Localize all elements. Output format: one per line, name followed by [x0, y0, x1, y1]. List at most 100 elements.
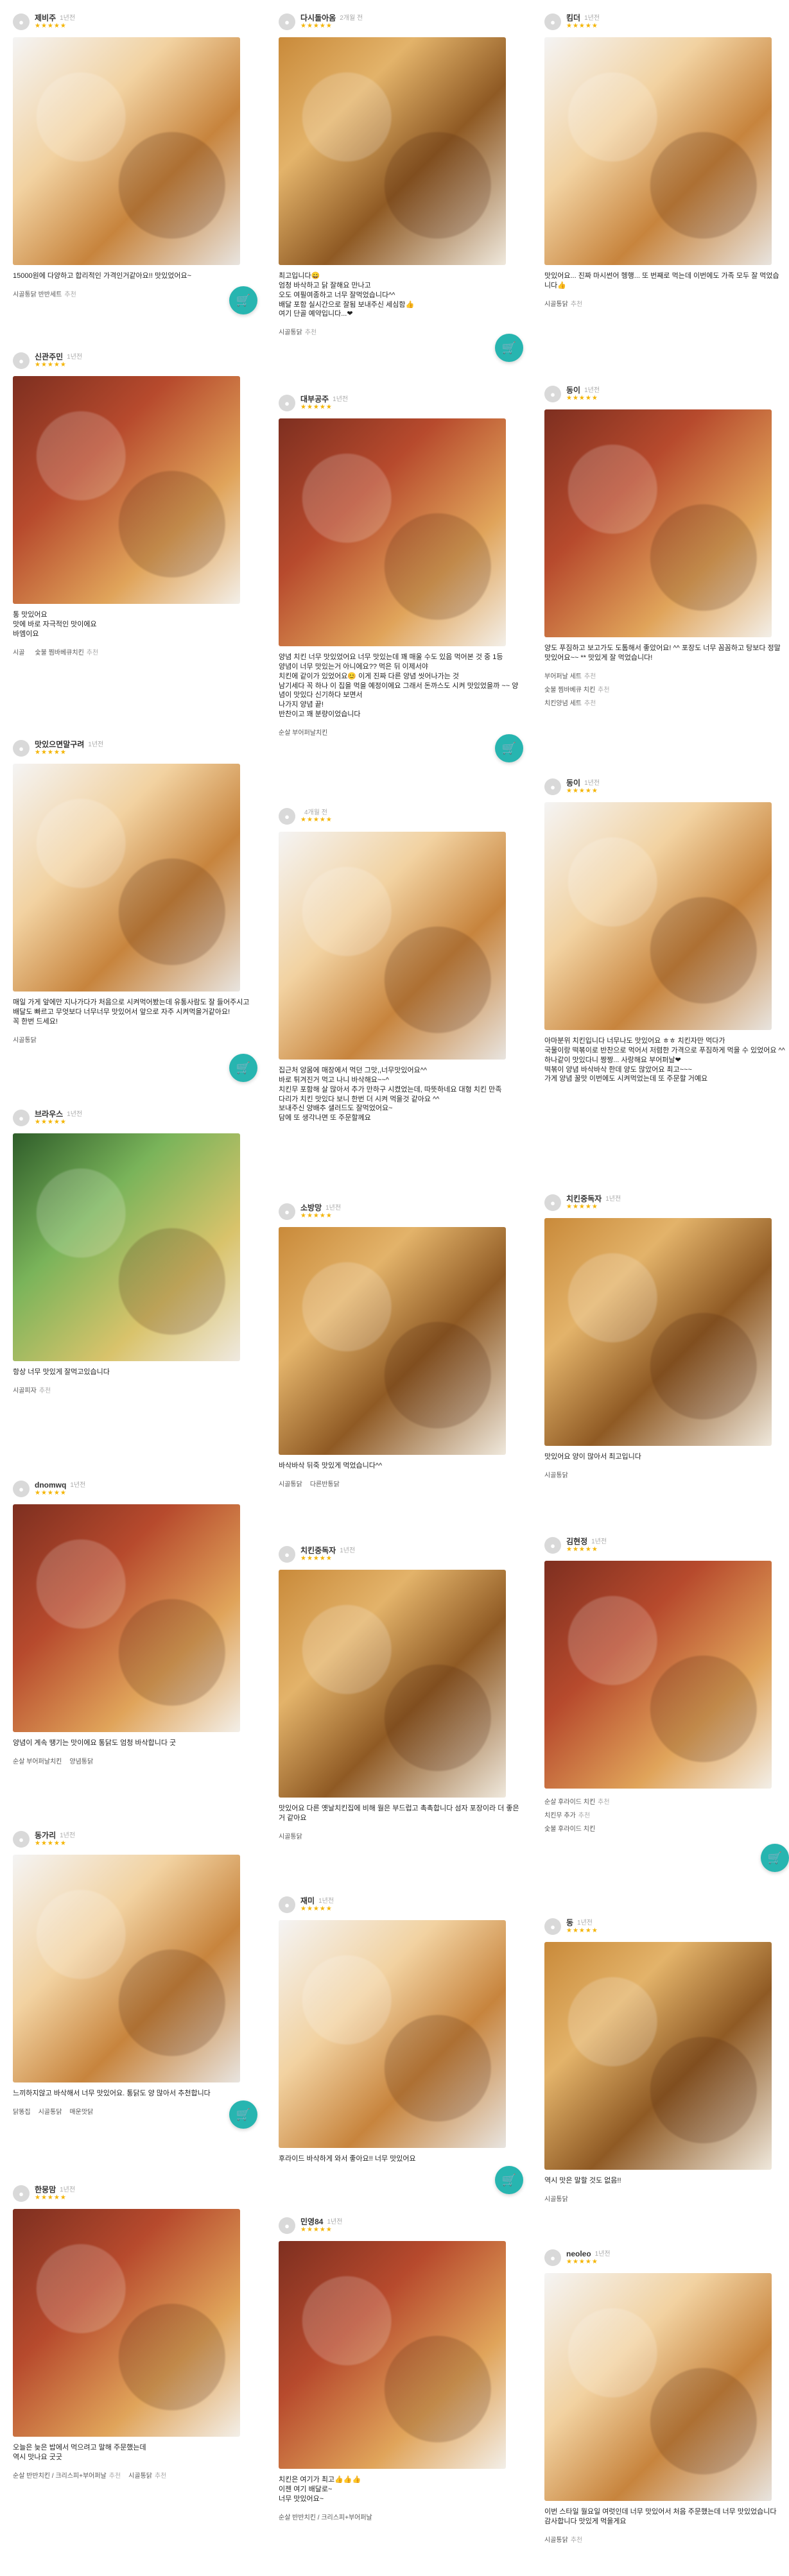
star-rating: ★★★★★ — [35, 361, 67, 369]
review-photo[interactable] — [13, 764, 240, 992]
review-photo[interactable] — [279, 37, 506, 265]
author-name[interactable]: 브라우스 — [35, 1110, 63, 1119]
user-avatar: ● — [544, 386, 561, 402]
cart-button[interactable]: 🛒 — [495, 734, 523, 762]
author-name[interactable]: 맛있으면말구려 — [35, 740, 84, 749]
menu-tag: 시골통닭 추천 — [279, 329, 317, 337]
review-photo[interactable] — [544, 1218, 772, 1446]
menu-tag: 시골통닭 — [279, 1481, 302, 1488]
star-rating: ★★★★★ — [566, 2258, 598, 2266]
author-name[interactable]: 대부공주 — [300, 395, 329, 404]
review-card: ● 대부공주 1년전 ★★★★★ 양념 치킨 너무 맛있었어요 너무 맛있는데 … — [279, 391, 523, 762]
review-date: 1년전 — [60, 2186, 76, 2194]
cart-button[interactable]: 🛒 — [495, 2166, 523, 2194]
review-photo[interactable] — [13, 2209, 240, 2437]
review-card: ● neoleo 1년전 ★★★★★ 이번 스타일 월요일 여럿인데 너무 맛있… — [544, 2246, 785, 2544]
user-avatar: ● — [13, 1110, 30, 1126]
review-card: ● 치킨중독자 1년전 ★★★★★ 맛있어요 양이 많아서 최고입니다 시골통닭 — [544, 1191, 785, 1479]
menu-tag: 순살 부어퍼날치킨 — [13, 1758, 62, 1765]
review-photo[interactable] — [544, 1561, 772, 1789]
cart-button[interactable]: 🛒 — [229, 2100, 257, 2129]
cart-icon: 🛒 — [767, 1851, 783, 1864]
review-photo[interactable] — [279, 832, 506, 1060]
review-date: 2개월 전 — [340, 15, 363, 22]
user-avatar: ● — [544, 1194, 561, 1211]
review-date: 1년전 — [327, 2219, 343, 2226]
review-photo[interactable] — [544, 409, 772, 637]
review-photo[interactable] — [279, 418, 506, 646]
review-photo[interactable] — [279, 1570, 506, 1798]
author-name[interactable]: 소방망 — [300, 1203, 322, 1212]
menu-tag: 숯불 찜바베큐 치킨 추천 — [544, 686, 610, 694]
review-card: ● 다시돌아옴 2개월 전 ★★★★★ 최고입니다😄 엄청 바삭하고 닭 잘해요… — [279, 10, 523, 362]
star-rating: ★★★★★ — [566, 1927, 598, 1935]
user-avatar: ● — [279, 808, 295, 825]
star-rating: ★★★★★ — [35, 22, 67, 30]
star-rating: ★★★★★ — [300, 404, 333, 411]
review-card: ● 동이 1년전 ★★★★★ 아마분위 치킨입니다 너무나도 맛있어요 ㅎㅎ 치… — [544, 775, 785, 1084]
star-rating: ★★★★★ — [300, 816, 333, 823]
star-rating: ★★★★★ — [300, 1212, 333, 1220]
review-photo[interactable] — [13, 1133, 240, 1361]
user-avatar: ● — [13, 352, 30, 369]
author-name[interactable]: 다시돌아옴 — [300, 13, 336, 22]
menu-tag: 숯불 찜바베큐치킨 추천 — [35, 649, 99, 657]
author-name[interactable]: 치킨중독자 — [300, 1546, 336, 1555]
review-card: ● 김현정 1년전 ★★★★★ 순살 후라이드 치킨 추천 치킨무 추가 추천 숯불… — [544, 1534, 789, 1872]
review-card: ● 소방망 1년전 ★★★★★ 바삭바삭 뒤죽 맛있게 먹었습니다^^ 시골통닭… — [279, 1200, 519, 1488]
author-name[interactable]: neoleo — [566, 2249, 591, 2258]
review-photo[interactable] — [544, 1942, 772, 2170]
cart-button[interactable]: 🛒 — [761, 1844, 789, 1872]
author-name[interactable]: 김현정 — [566, 1537, 587, 1546]
review-photo[interactable] — [13, 1855, 240, 2082]
menu-tag: 부어퍼날 세트 추천 — [544, 673, 596, 680]
cart-icon: 🛒 — [236, 2108, 251, 2121]
menu-tag: 닭똥집 — [13, 2108, 31, 2116]
review-card: ● 맛있으면말구려 1년전 ★★★★★ 매일 가게 앞에만 지나가다가 처음으로… — [13, 737, 257, 1082]
author-name[interactable]: 제비주 — [35, 13, 56, 22]
review-photo[interactable] — [279, 1227, 506, 1455]
user-avatar: ● — [544, 13, 561, 30]
review-date: 1년전 — [88, 741, 104, 748]
review-date: 1년전 — [60, 15, 76, 22]
author-name[interactable]: 민영84 — [300, 2217, 323, 2226]
menu-tag: 양념통닭 — [69, 1758, 94, 1765]
review-date: 1년전 — [325, 1205, 342, 1212]
author-name[interactable]: 재미 — [300, 1896, 315, 1905]
review-photo[interactable] — [13, 1504, 240, 1732]
menu-tag: 매운맛닭 — [69, 2108, 94, 2116]
author-name[interactable]: 킴더 — [566, 13, 580, 22]
user-avatar: ● — [544, 1918, 561, 1935]
star-rating: ★★★★★ — [300, 1905, 333, 1913]
user-avatar: ● — [544, 2249, 561, 2266]
cart-button[interactable]: 🛒 — [229, 286, 257, 314]
cart-icon: 🛒 — [236, 293, 251, 307]
review-text: 맛있어요 다른 옛날치킨집에 비해 월은 부드럽고 촉촉합니다 섬자 포장이라 … — [279, 1805, 519, 1822]
review-photo[interactable] — [544, 802, 772, 1030]
review-text: 항상 너무 맛있게 잘먹고있습니다 — [13, 1368, 110, 1376]
author-name[interactable]: 동가리 — [35, 1831, 56, 1840]
author-name[interactable]: 동이 — [566, 778, 580, 787]
star-rating: ★★★★★ — [300, 2226, 333, 2234]
menu-tag: 시골통닭 — [544, 1472, 568, 1479]
review-photo[interactable] — [13, 376, 240, 604]
review-photo[interactable] — [544, 37, 772, 265]
star-rating: ★★★★★ — [566, 1546, 598, 1554]
review-card: ● 동가리 1년전 ★★★★★ 느끼하지않고 바삭해서 너무 맛있어요. 통닭도… — [13, 1828, 257, 2129]
author-name[interactable]: 신관주민 — [35, 352, 63, 361]
author-name[interactable]: 동 — [566, 1918, 573, 1927]
author-name[interactable]: 치킨중독자 — [566, 1194, 602, 1203]
review-photo[interactable] — [13, 37, 240, 265]
author-name[interactable]: 동이 — [566, 386, 580, 395]
review-text: 이번 스타일 월요일 여럿인데 너무 맛있어서 처음 주문했는데 너무 맛있었습… — [544, 2508, 777, 2525]
star-rating: ★★★★★ — [300, 22, 333, 30]
review-photo[interactable] — [279, 1920, 506, 2148]
author-name[interactable]: dnomwq — [35, 1481, 66, 1490]
review-card: ● 민영84 1년전 ★★★★★ 치킨은 여기가 최고👍👍👍 이젠 여기 배달로… — [279, 2214, 519, 2521]
author-name[interactable]: 한뭉맘 — [35, 2185, 56, 2194]
review-photo[interactable] — [544, 2273, 772, 2501]
cart-button[interactable]: 🛒 — [495, 334, 523, 362]
review-photo[interactable] — [279, 2241, 506, 2469]
review-text: 통 맛있어요 맛에 바로 자극적인 맛이에요 바엠이요 — [13, 611, 97, 638]
cart-button[interactable]: 🛒 — [229, 1054, 257, 1082]
